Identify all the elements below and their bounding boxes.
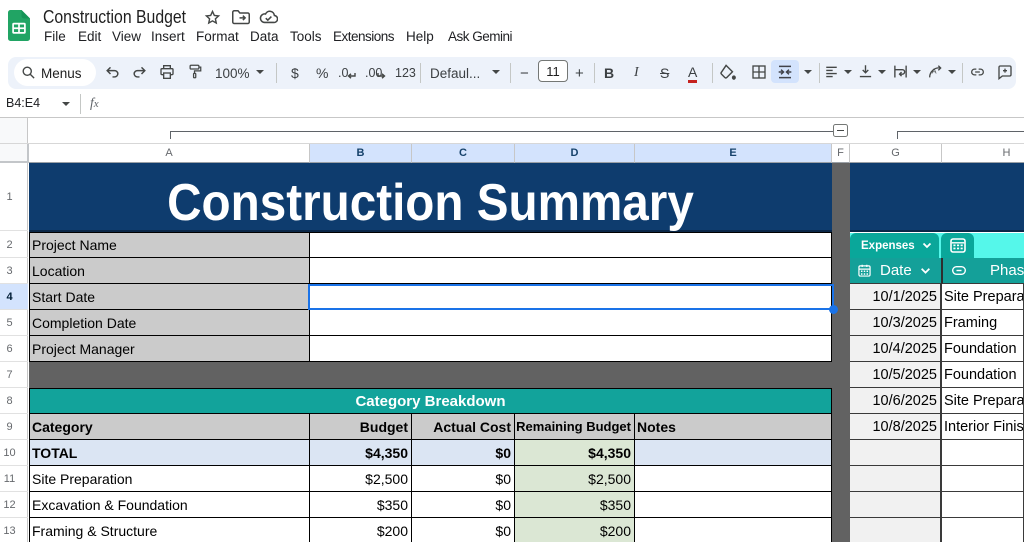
svg-text:A: A bbox=[932, 66, 937, 75]
